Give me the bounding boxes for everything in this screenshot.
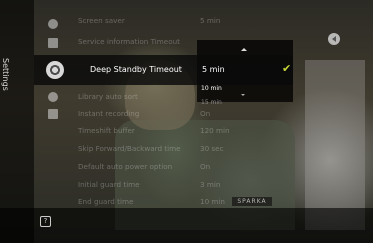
scroll-up-icon[interactable] (241, 48, 247, 51)
setting-label: Library auto sort (78, 92, 138, 101)
check-icon: ✔ (282, 62, 292, 75)
settings-list: Screen saver 5 min Service information T… (78, 0, 293, 208)
settings-row[interactable]: Skip Forward/Backward time 30 sec (78, 140, 293, 158)
setting-value: On (200, 109, 211, 118)
setting-label: Initial guard time (78, 180, 140, 189)
tv-icon (48, 38, 58, 48)
scroll-down-icon[interactable] (241, 94, 245, 96)
back-icon[interactable] (328, 33, 340, 45)
bottom-bar (0, 208, 373, 243)
folder-icon (48, 109, 58, 119)
setting-value: On (200, 162, 211, 171)
gear-icon (46, 61, 64, 79)
settings-row[interactable]: Timeshift buffer 120 min (78, 122, 293, 140)
settings-row[interactable]: Initial guard time 3 min (78, 176, 293, 194)
door-background (305, 60, 365, 230)
settings-row[interactable]: Instant recording On (78, 105, 293, 123)
setting-value: 5 min (202, 65, 225, 74)
setting-value: 3 min (200, 180, 221, 189)
record-icon (48, 92, 58, 102)
setting-label: Deep Standby Timeout (90, 65, 182, 74)
settings-sidebar: Settings (0, 0, 34, 243)
setting-label: Default auto power option (78, 162, 173, 171)
setting-label: Timeshift buffer (78, 126, 135, 135)
setting-label: Instant recording (78, 109, 140, 118)
help-icon[interactable]: ? (40, 216, 51, 227)
settings-row[interactable]: Screen saver 5 min (78, 12, 293, 30)
sidebar-title: Settings (1, 58, 10, 91)
dropdown-option[interactable]: 10 min (201, 85, 222, 92)
setting-label: Service information Timeout (78, 37, 180, 46)
setting-label: Screen saver (78, 16, 125, 25)
settings-row[interactable]: Default auto power option On (78, 158, 293, 176)
setting-value: 30 sec (200, 144, 224, 153)
tv-screen: SPARKA Settings Screen saver 5 min Servi… (0, 0, 373, 243)
clock-icon (48, 19, 58, 29)
setting-label: Skip Forward/Backward time (78, 144, 181, 153)
setting-value: 120 min (200, 126, 230, 135)
setting-value: 5 min (200, 16, 221, 25)
dropdown-option[interactable]: 15 min (201, 99, 222, 106)
selected-setting-row[interactable]: Deep Standby Timeout 5 min ✔ (34, 55, 293, 85)
